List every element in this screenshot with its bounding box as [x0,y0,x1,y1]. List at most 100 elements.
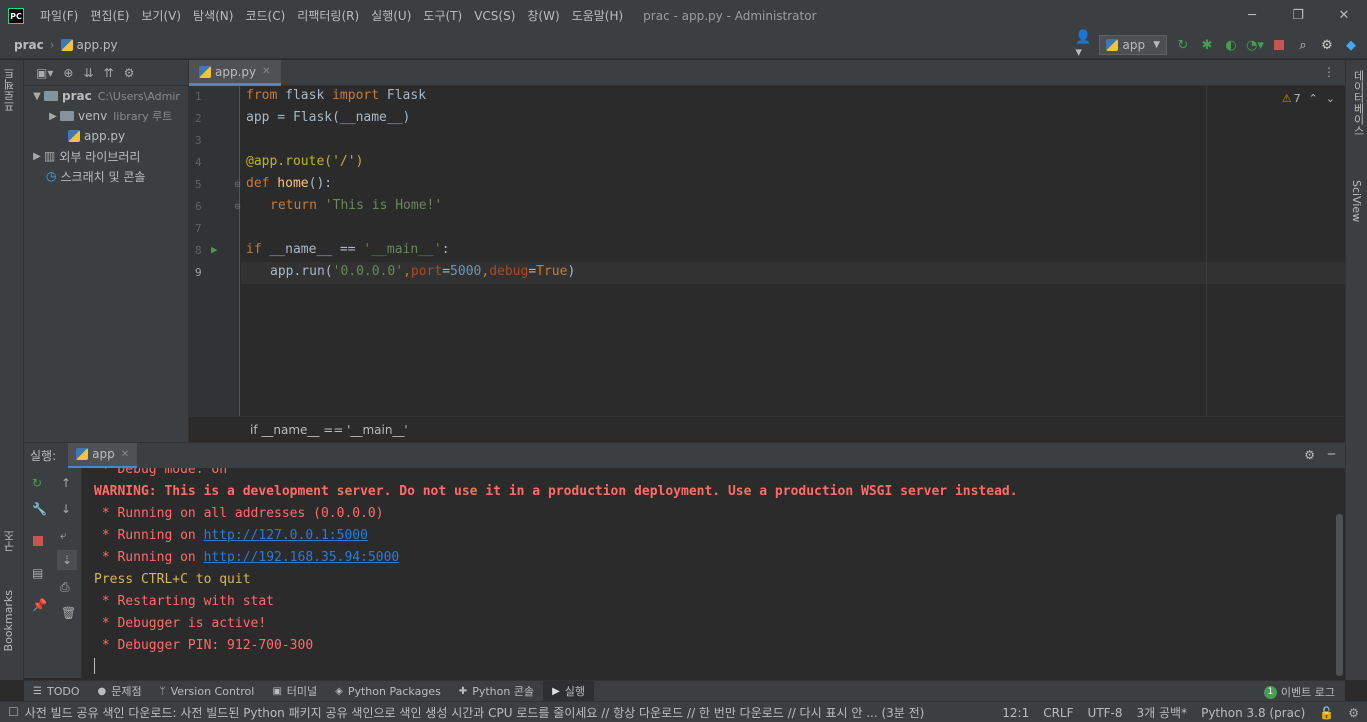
status-message[interactable]: 사전 빌드 공유 색인 다운로드: 사전 빌드된 Python 패키지 공유 색… [25,704,1015,721]
breadcrumb-file[interactable]: app.py [60,38,118,52]
print-icon[interactable]: ⎙ [60,580,70,595]
menu-vcs[interactable]: VCS(S) [468,0,521,32]
menu-navigate[interactable]: 탐색(N) [187,0,239,32]
debug-icon[interactable]: ✱ [1199,37,1215,53]
tree-venv-label: venv [78,109,108,123]
tab-structure[interactable]: 구조 [2,530,18,552]
url-link[interactable]: http://127.0.0.1:5000 [204,528,368,543]
chevron-down-icon[interactable]: ▼ [30,91,44,102]
fold-icon[interactable]: ⊟ [235,180,240,190]
menu-refactor[interactable]: 리팩터링(R) [291,0,365,32]
coverage-icon[interactable]: ◐ [1223,37,1239,53]
rerun-icon[interactable]: ↻ [1175,37,1191,53]
tool-python-packages[interactable]: ◈ Python Packages [326,681,450,702]
stop-icon[interactable] [33,536,43,546]
inspection-widget[interactable]: ⚠ 7 ⌃ ⌄ [1282,92,1335,105]
url-link[interactable]: http://192.168.35.94:5000 [204,550,400,565]
menu-tools[interactable]: 도구(T) [417,0,468,32]
arrow-down-icon[interactable]: ↓ [61,502,71,516]
close-icon[interactable]: ✕ [262,66,270,77]
breadcrumb-project[interactable]: prac [14,38,44,52]
chevron-right-icon[interactable]: ▶ [30,151,44,162]
tree-scratches[interactable]: ◷ 스크래치 및 콘솔 [24,166,188,186]
run-gutter-icon[interactable]: ▶ [211,243,218,256]
run-console[interactable]: * Debug mode: on WARNING: This is a deve… [82,468,1345,678]
editor-breadcrumb[interactable]: if __name__ == '__main__' [189,416,1345,442]
tree-file-apppy[interactable]: app.py [24,126,188,146]
gear-icon[interactable]: ⚙ [124,66,135,80]
trash-icon[interactable]: 🗑 [61,606,76,620]
fold-icon[interactable]: ⊟ [235,202,240,212]
more-options-icon[interactable]: ⋮ [1323,65,1335,79]
user-icon[interactable]: 👤▾ [1075,30,1091,60]
rerun-icon[interactable]: ↻ [32,476,42,490]
tool-python-console[interactable]: ✚ Python 콘솔 [450,681,543,702]
menu-help[interactable]: 도움말(H) [566,0,630,32]
tree-venv-hint: library 루트 [113,110,173,123]
profile-icon[interactable]: ◔▾ [1246,37,1264,53]
tree-root[interactable]: ▼ prac C:\Users\Admir [24,86,188,106]
tab-bookmarks[interactable]: Bookmarks [2,590,15,651]
lock-icon[interactable]: 🔓 [1319,706,1334,720]
tool-problems[interactable]: ● 문제점 [88,681,150,702]
chevron-right-icon[interactable]: ▶ [46,111,60,122]
gear-icon[interactable]: ⚙ [1319,37,1335,53]
tool-todo[interactable]: ☰ TODO [24,681,88,702]
indent-setting[interactable]: 3개 공백* [1137,704,1188,721]
chevron-down-icon[interactable]: ⌄ [1326,92,1335,105]
restore-icon[interactable]: ❐ [1275,0,1321,32]
close-icon[interactable]: ✕ [1321,0,1367,32]
arrow-up-icon[interactable]: ↑ [61,476,71,490]
wrench-icon[interactable]: 🔧 [32,502,47,516]
line-number: 5 [195,178,202,191]
tree-external-libraries[interactable]: ▶ ▥ 외부 라이브러리 [24,146,188,166]
close-icon[interactable]: ✕ [121,449,129,460]
project-view-icon[interactable]: ▣▾ [36,66,53,80]
stop-icon[interactable] [1271,37,1287,53]
menu-edit[interactable]: 편집(E) [84,0,135,32]
console-line: * Running on http://127.0.0.1:5000 [94,528,368,543]
scroll-to-end-icon[interactable]: ⇣ [57,550,77,570]
line-number: 9 [195,266,202,279]
event-log-button[interactable]: 1 이벤트 로그 [1263,684,1335,700]
tool-version-control[interactable]: ᛘ Version Control [151,681,264,702]
minimize-icon[interactable]: ─ [1229,0,1275,32]
line-separator[interactable]: CRLF [1043,706,1073,720]
file-encoding[interactable]: UTF-8 [1088,706,1123,720]
tool-terminal[interactable]: ▣ 터미널 [263,681,326,702]
code-line-6: return 'This is Home!' [270,198,443,213]
tree-venv[interactable]: ▶ venv library 루트 [24,106,188,126]
python-interpreter[interactable]: Python 3.8 (prac) [1201,706,1305,720]
menu-run[interactable]: 실행(U) [365,0,417,32]
menu-file[interactable]: 파일(F) [34,0,84,32]
soft-wrap-icon[interactable]: ⤶ [60,528,67,543]
caret-position[interactable]: 12:1 [1002,706,1029,720]
menu-view[interactable]: 보기(V) [135,0,187,32]
tab-sciview[interactable]: SciView [1350,180,1363,222]
minimize-panel-icon[interactable]: ─ [1328,447,1335,461]
pin-icon[interactable]: 📌 [32,598,47,612]
tab-database[interactable]: 데이터베이스 [1350,70,1366,136]
collapse-all-icon[interactable]: ⇈ [104,66,114,80]
chevron-up-icon[interactable]: ⌃ [1309,92,1318,105]
memory-indicator-icon[interactable]: ⚙ [1348,706,1359,720]
run-config-selector[interactable]: app ▼ [1099,35,1167,55]
breadcrumb-label[interactable]: if __name__ == '__main__' [250,423,408,437]
expand-all-icon[interactable]: ⇊ [83,66,93,80]
code-line-1: from flask import Flask [246,88,427,103]
console-scrollbar[interactable] [1336,514,1343,676]
tab-project[interactable]: 프로젝트 [2,68,18,112]
gear-icon[interactable]: ⚙ [1304,448,1315,462]
tab-app-py[interactable]: app.py ✕ [189,60,281,86]
locate-icon[interactable]: ⊕ [63,66,73,80]
menu-window[interactable]: 창(W) [521,0,565,32]
search-icon[interactable]: ⌕ [1295,37,1311,53]
status-square-icon[interactable]: ☐ [8,705,19,719]
code-editor[interactable]: 1 2 3 4 5 6 7 8 9 ▶ ⊟ ⊟ from flask impor… [189,86,1345,416]
line-number: 7 [195,222,202,235]
menu-code[interactable]: 코드(C) [239,0,291,32]
plugin-icon[interactable]: ◆ [1343,37,1359,53]
run-tab-app[interactable]: app ✕ [68,442,138,469]
tool-run[interactable]: ▶ 실행 [543,680,595,702]
layout-icon[interactable]: ▤ [32,566,43,580]
